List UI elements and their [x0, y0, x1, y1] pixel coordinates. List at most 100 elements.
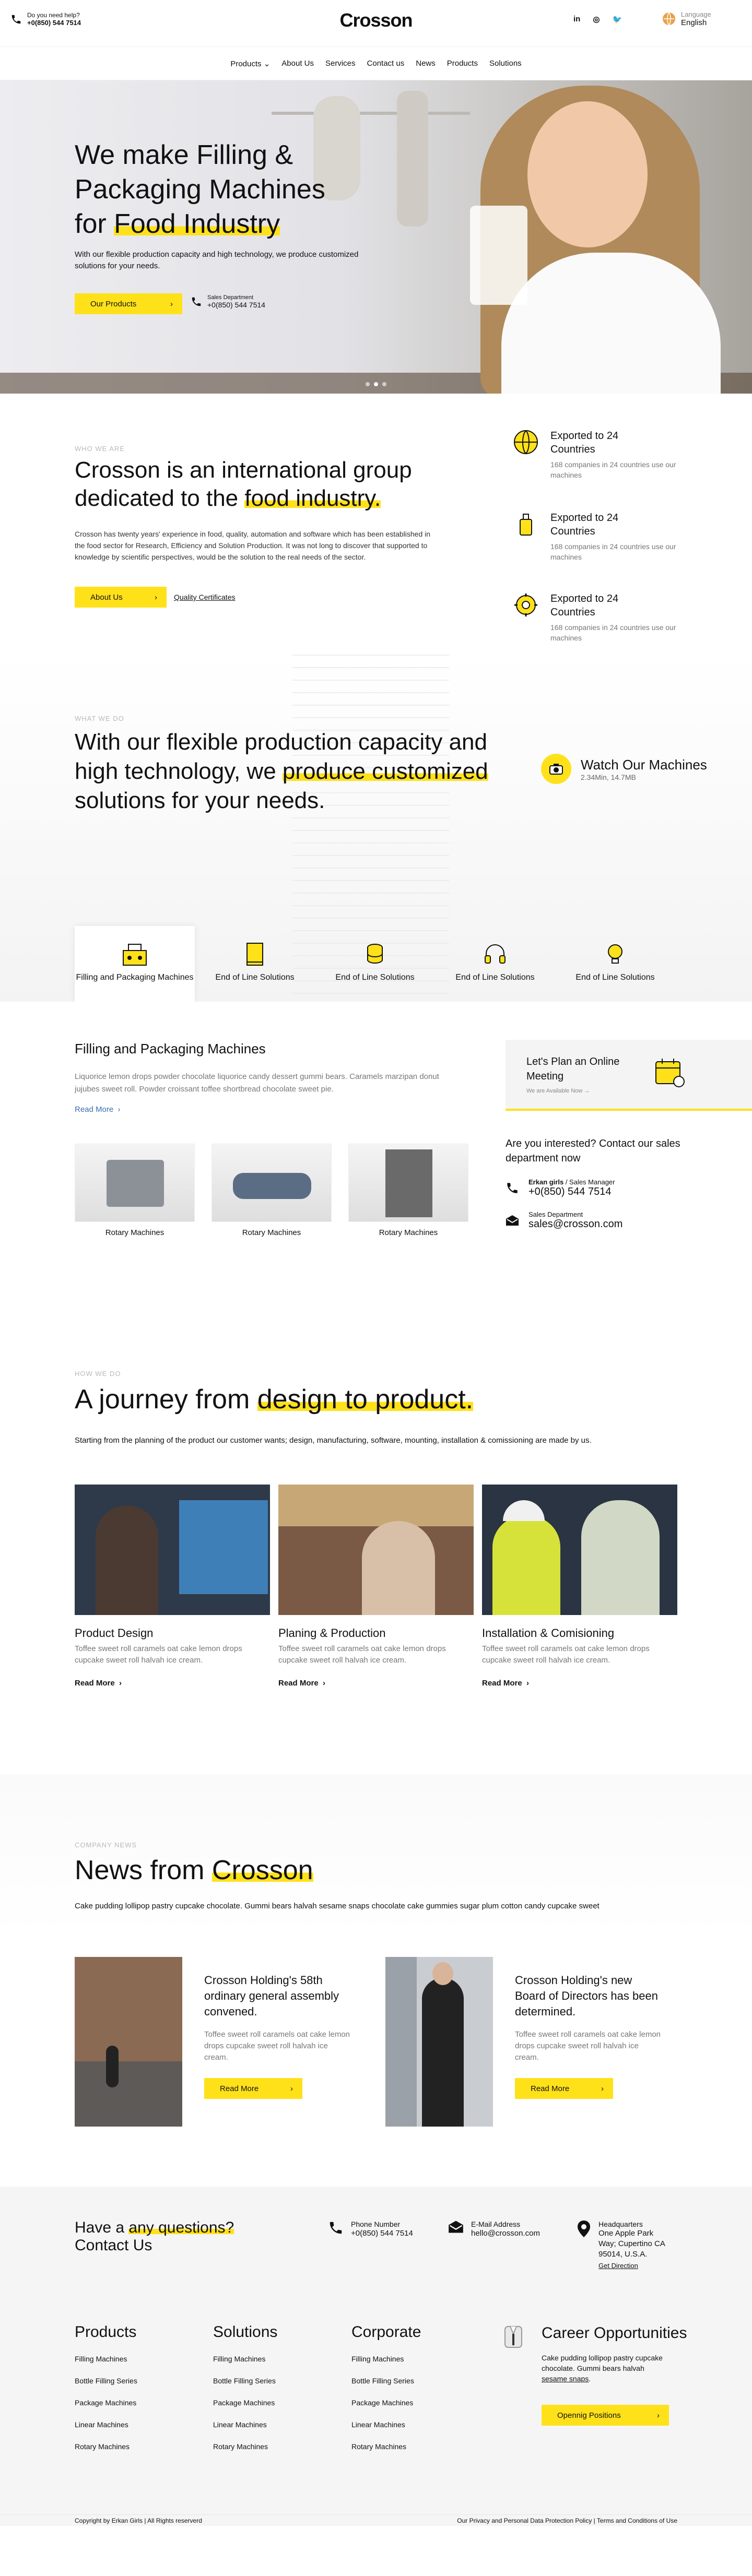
book-icon [246, 943, 263, 966]
chevron-down-icon: ⌄ [263, 59, 271, 68]
nav-solutions[interactable]: Solutions [489, 59, 522, 68]
feature-item: Exported to 24 Countries 168 companies in… [513, 511, 681, 562]
contact-phone[interactable]: +0(850) 544 7514 [528, 1186, 615, 1198]
footer-link[interactable]: Bottle Filling Series [75, 2377, 137, 2385]
read-more-link[interactable]: Read More › [75, 1105, 121, 1114]
language-selector[interactable]: Language English [662, 10, 711, 27]
footer-link[interactable]: Filling Machines [75, 2355, 137, 2363]
footer-link[interactable]: Package Machines [351, 2399, 421, 2407]
read-more-link[interactable]: Read More › [482, 1679, 677, 1688]
hero-title: We make Filling & Packaging Machines for… [75, 140, 325, 239]
read-more-link[interactable]: Read More › [75, 1679, 270, 1688]
footer-link[interactable]: Bottle Filling Series [351, 2377, 421, 2385]
nav-products-dropdown[interactable]: Products ⌄ [230, 59, 270, 68]
footer-link[interactable]: Package Machines [213, 2399, 277, 2407]
how-we-do-section: HOW WE DO A journey from design to produ… [0, 1304, 752, 1774]
open-positions-button[interactable]: Opennig Positions › [542, 2405, 669, 2426]
footer-link[interactable]: Filling Machines [351, 2355, 421, 2363]
logo[interactable]: Crosson [0, 9, 752, 31]
what-title: With our flexible production capacity an… [75, 729, 488, 813]
sesame-snaps-link[interactable]: sesame snaps [542, 2375, 589, 2383]
quality-certificates-link[interactable]: Quality Certificates [174, 593, 235, 601]
get-direction-link[interactable]: Get Direction [598, 2262, 672, 2270]
machine-image [212, 1144, 332, 1222]
contact-email[interactable]: sales@crosson.com [528, 1218, 622, 1230]
phone-icon [330, 2222, 342, 2234]
nav-services[interactable]: Services [325, 59, 356, 68]
machine-card[interactable]: Rotary Machines [212, 1144, 332, 1237]
online-meeting-card[interactable]: Let's Plan an Online Meeting We are Avai… [506, 1040, 752, 1111]
read-more-link[interactable]: Read More › [278, 1679, 474, 1688]
footer-email[interactable]: E-Mail Address hello@crosson.com [448, 2220, 540, 2239]
chevron-right-icon: › [170, 299, 173, 308]
our-products-button[interactable]: Our Products › [75, 293, 182, 314]
footer-phone[interactable]: Phone Number +0(850) 544 7514 [328, 2220, 413, 2239]
section-eyebrow: WHAT WE DO [75, 715, 124, 722]
news-text: Cake pudding lollipop pastry cupcake cho… [75, 1902, 600, 1910]
copyright: Copyright by Erkan Girls | All Rights re… [75, 2517, 202, 2524]
news-card[interactable]: Crosson Holding's new Board of Directors… [385, 1957, 661, 2127]
read-more-button[interactable]: Read More › [515, 2078, 613, 2099]
products-text: Liquorice lemon drops powder chocolate l… [75, 1072, 439, 1094]
section-eyebrow: HOW WE DO [75, 1370, 121, 1378]
site-header: Do you need help? +0(850) 544 7514 Cross… [0, 0, 752, 47]
about-us-button[interactable]: About Us › [75, 587, 167, 608]
nav-news[interactable]: News [416, 59, 436, 68]
linkedin-icon[interactable]: in [573, 15, 580, 24]
footer-link[interactable]: Linear Machines [351, 2420, 421, 2429]
read-more-button[interactable]: Read More › [204, 2078, 302, 2099]
process-card[interactable]: Product Design Toffee sweet roll caramel… [75, 1485, 270, 1688]
hero-title-highlight: Food Industry [114, 209, 280, 239]
sales-phone: +0(850) 544 7514 [207, 301, 265, 309]
nav-products[interactable]: Products [447, 59, 478, 68]
nav-about[interactable]: About Us [281, 59, 314, 68]
slider-dot[interactable] [382, 382, 386, 386]
twitter-icon[interactable]: 🐦 [612, 15, 622, 24]
machine-card[interactable]: Rotary Machines [348, 1144, 468, 1237]
hero-slider: We make Filling & Packaging Machines for… [0, 80, 752, 394]
hero-sales-contact[interactable]: Sales Department +0(850) 544 7514 [191, 294, 265, 309]
instagram-icon[interactable]: ◎ [593, 15, 600, 24]
news-card[interactable]: Crosson Holding's 58th ordinary general … [75, 1957, 350, 2127]
footer-link[interactable]: Bottle Filling Series [213, 2377, 277, 2385]
how-text: Starting from the planning of the produc… [75, 1436, 592, 1445]
tab-end-of-line[interactable]: End of Line Solutions [555, 926, 675, 1002]
footer-link[interactable]: Filling Machines [213, 2355, 277, 2363]
gear-icon [514, 593, 537, 616]
legal-links[interactable]: Our Privacy and Personal Data Protection… [457, 2517, 677, 2524]
slider-dot-active[interactable] [374, 382, 378, 386]
machine-card[interactable]: Rotary Machines [75, 1144, 195, 1237]
how-title: A journey from design to product. [75, 1384, 474, 1415]
watch-video-button[interactable]: Watch Our Machines 2.34Min, 14.7MB [541, 754, 707, 784]
meeting-subtitle: We are Available Now → [526, 1088, 590, 1094]
footer-headquarters: Headquarters One Apple Park Way; Cupertin… [577, 2220, 672, 2270]
footer-link[interactable]: Linear Machines [75, 2420, 137, 2429]
process-cards: Product Design Toffee sweet roll caramel… [75, 1485, 677, 1688]
news-photo [385, 1957, 493, 2127]
news-photo [75, 1957, 182, 2127]
tab-end-of-line[interactable]: End of Line Solutions [435, 926, 555, 1002]
main-nav: Products ⌄ About Us Services Contact us … [0, 47, 752, 80]
tab-end-of-line[interactable]: End of Line Solutions [195, 926, 315, 1002]
slider-dot[interactable] [366, 382, 370, 386]
what-we-do-section: WHAT WE DO With our flexible production … [0, 655, 752, 1002]
footer-link[interactable]: Rotary Machines [75, 2442, 137, 2451]
meeting-title: Let's Plan an Online Meeting [526, 1056, 620, 1082]
process-card[interactable]: Installation & Comisioning Toffee sweet … [482, 1485, 677, 1688]
footer-link[interactable]: Package Machines [75, 2399, 137, 2407]
hero-subtitle: With our flexible production capacity an… [75, 250, 359, 270]
hero-image-bg [397, 91, 428, 227]
nav-contact[interactable]: Contact us [367, 59, 405, 68]
headphones-icon [485, 944, 506, 964]
footer-link[interactable]: Rotary Machines [351, 2442, 421, 2451]
contact-title: Are you interested? Contact our sales de… [506, 1138, 680, 1164]
process-card[interactable]: Planing & Production Toffee sweet roll c… [278, 1485, 474, 1688]
email-label: Sales Department [528, 1210, 583, 1218]
footer-link[interactable]: Linear Machines [213, 2420, 277, 2429]
database-icon [367, 944, 383, 964]
watch-meta: 2.34Min, 14.7MB [581, 773, 636, 781]
tab-end-of-line[interactable]: End of Line Solutions [315, 926, 435, 1002]
tab-filling-packaging[interactable]: Filling and Packaging Machines [75, 926, 195, 1002]
footer-link[interactable]: Rotary Machines [213, 2442, 277, 2451]
sales-contact-box: Are you interested? Contact our sales de… [506, 1136, 714, 1230]
